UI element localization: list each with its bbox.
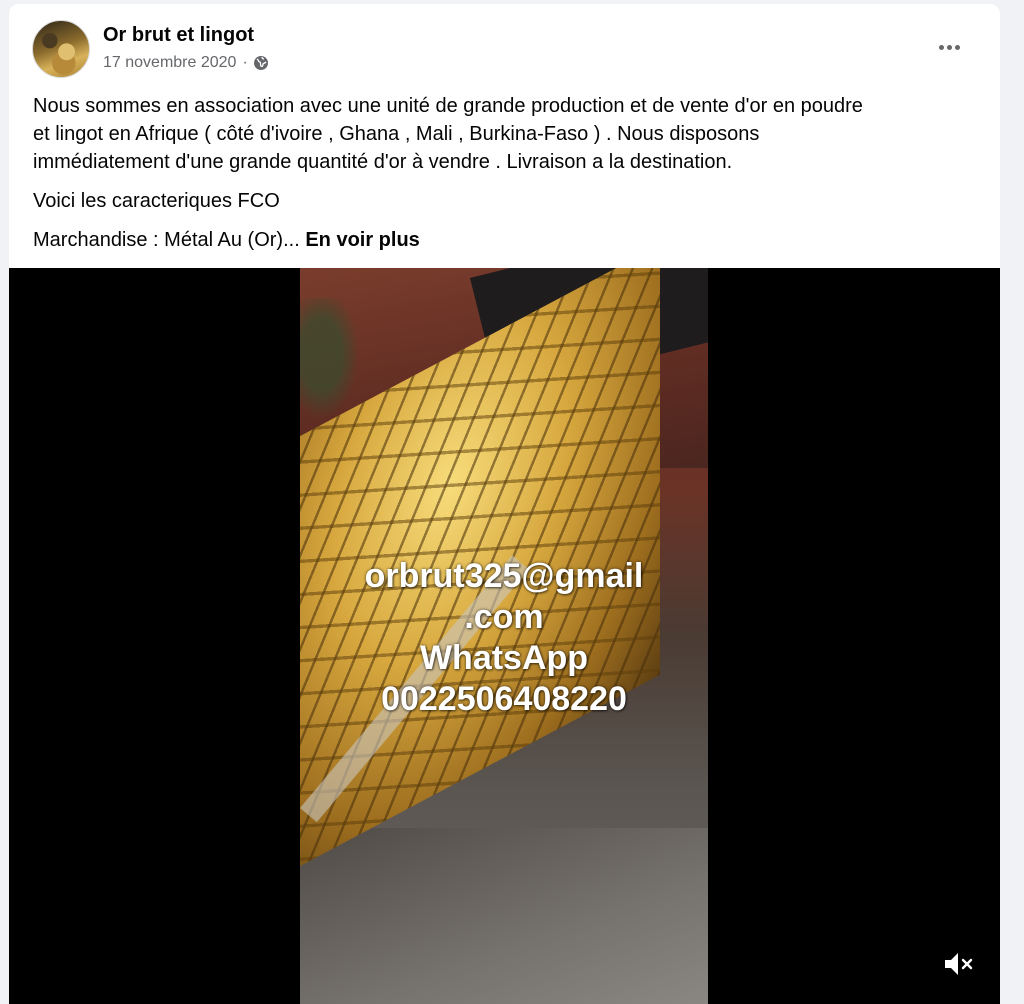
meta-separator: ·	[242, 54, 248, 71]
globe-icon[interactable]	[253, 55, 269, 71]
more-options-icon	[938, 44, 944, 50]
overlay-phone-number: 0022506408220	[381, 680, 627, 718]
post-header: Or brut et lingot 17 novembre 2020 ·	[9, 4, 1000, 78]
overlay-whatsapp-label: WhatsApp	[419, 639, 589, 677]
truncated-text: Marchandise : Métal Au (Or)...	[33, 229, 306, 251]
overlay-email-line: .com	[464, 598, 544, 636]
more-options-icon-dot	[946, 44, 952, 50]
more-options-button[interactable]	[929, 32, 969, 62]
video-scene-floor	[300, 828, 708, 1004]
video-player[interactable]: orbrut325@gmail .com WhatsApp 0022506408…	[9, 268, 1000, 1004]
more-options-icon-dot	[954, 44, 960, 50]
speaker-muted-icon	[942, 949, 976, 984]
author-avatar[interactable]	[32, 20, 90, 78]
facebook-post: Or brut et lingot 17 novembre 2020 · Nou…	[9, 4, 1000, 1004]
video-overlay-text: orbrut325@gmail .com WhatsApp 0022506408…	[300, 556, 708, 720]
video-frame[interactable]: orbrut325@gmail .com WhatsApp 0022506408…	[300, 268, 708, 1004]
unmute-button[interactable]	[939, 948, 979, 984]
post-date[interactable]: 17 novembre 2020	[103, 54, 236, 72]
post-paragraph: Nous sommes en association avec une unit…	[33, 95, 863, 173]
see-more-link[interactable]: En voir plus	[305, 229, 419, 251]
author-name[interactable]: Or brut et lingot	[103, 24, 254, 47]
post-meta: 17 novembre 2020 ·	[103, 54, 269, 72]
post-paragraph-truncated: Marchandise : Métal Au (Or)... En voir p…	[33, 226, 983, 254]
post-paragraph: Voici les caracteriques FCO	[33, 190, 280, 212]
overlay-email-line: orbrut325@gmail	[364, 557, 644, 595]
post-text: Nous sommes en association avec une unit…	[33, 92, 983, 265]
